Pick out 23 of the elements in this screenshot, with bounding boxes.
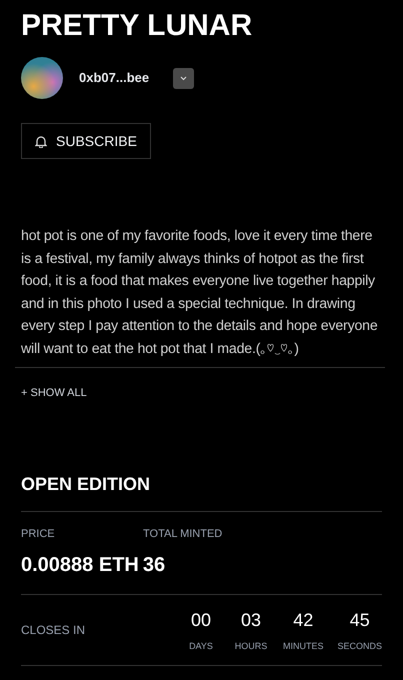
countdown-unit: SECONDS <box>337 640 382 653</box>
subscribe-button[interactable]: SUBSCRIBE <box>21 123 151 159</box>
countdown-unit: MINUTES <box>282 640 324 653</box>
creator-address[interactable]: 0xb07...bee <box>79 68 150 88</box>
countdown-unit: HOURS <box>234 640 268 653</box>
price-label: PRICE <box>21 526 56 542</box>
countdown-value: 00 <box>190 608 211 632</box>
description: hot pot is one of my favorite foods, love it every time there is a festival, my family always thinks of hotpot as the first food, it is a food that makes everyone live together happily and in this photo I used a special technique. In drawing every step I pay attention to the details and hope everyone will want to eat the hot pot that I made.(｡♡‿♡｡) <box>21 227 379 359</box>
show-all-link[interactable]: + SHOW ALL <box>21 384 87 402</box>
price-value: 0.00888 ETH <box>21 553 139 578</box>
bell-icon <box>35 134 47 148</box>
edition-heading: OPEN EDITION <box>21 472 152 496</box>
avatar[interactable] <box>21 57 63 99</box>
minted-label: TOTAL MINTED <box>143 526 222 542</box>
countdown-value: 42 <box>293 608 314 632</box>
countdown-value: 03 <box>240 608 261 632</box>
dropdown-button[interactable] <box>173 68 194 88</box>
countdown-unit: DAYS <box>189 640 213 653</box>
page-title: PRETTY LUNAR <box>21 8 254 44</box>
countdown-value: 45 <box>350 608 370 632</box>
closes-label: CLOSES IN <box>21 622 86 640</box>
chevron-down-icon <box>180 76 188 80</box>
minted-count: 36 <box>142 553 166 578</box>
